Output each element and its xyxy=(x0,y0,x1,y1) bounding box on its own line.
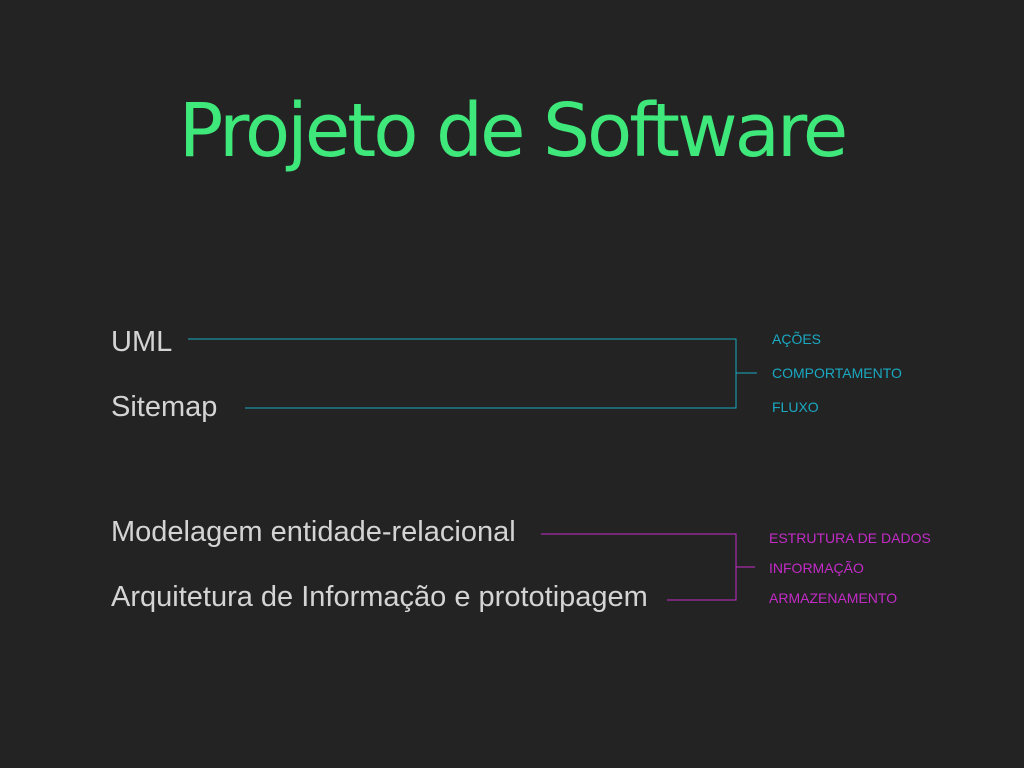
connector-lines xyxy=(188,338,757,601)
bracket-behavior-group xyxy=(188,338,737,409)
slide: Projeto de Software UML Sitemap AÇÕES CO… xyxy=(0,0,1024,768)
bracket-data-group xyxy=(541,533,737,601)
